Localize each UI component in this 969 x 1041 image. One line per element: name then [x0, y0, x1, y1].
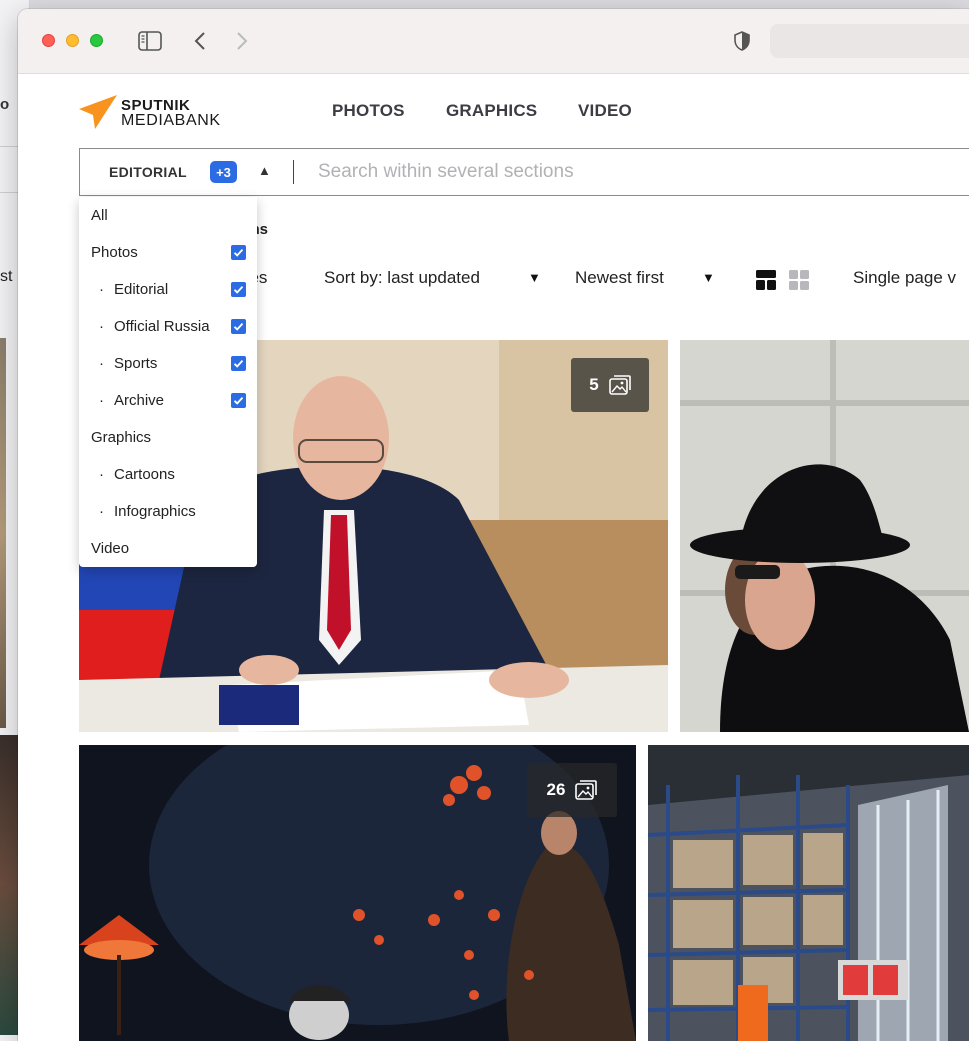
- checkbox-checked-icon[interactable]: [231, 282, 246, 297]
- dropdown-item-label: Graphics: [91, 429, 152, 446]
- site-logo[interactable]: SPUTNIK MEDIABANK: [79, 93, 249, 133]
- caret-up-icon[interactable]: ▲: [258, 163, 271, 178]
- photo-count-badge: 26: [527, 763, 617, 817]
- photo-tile-warehouse[interactable]: [648, 745, 969, 1041]
- dropdown-item-official-russia[interactable]: · Official Russia: [79, 308, 257, 345]
- photo-warehouse-shelves: [648, 745, 969, 1041]
- bullet-icon: ·: [99, 318, 104, 335]
- background-window-text: o: [0, 96, 10, 113]
- bullet-icon: ·: [99, 355, 104, 372]
- divider: [293, 160, 294, 184]
- single-page-view-toggle[interactable]: Single page v: [853, 268, 956, 288]
- gallery-icon: [575, 780, 598, 800]
- caret-down-icon[interactable]: ▼: [702, 270, 715, 285]
- photo-tile-woman-hat[interactable]: [680, 340, 969, 732]
- dropdown-item-label: Sports: [114, 355, 158, 372]
- background-window-image: [0, 338, 6, 728]
- checkbox-checked-icon[interactable]: [231, 356, 246, 371]
- dropdown-item-label: Infographics: [114, 503, 196, 520]
- dropdown-item-cartoons[interactable]: · Cartoons: [79, 456, 257, 493]
- photo-woman-black-hat: [680, 340, 969, 732]
- browser-window: SPUTNIK MEDIABANK PHOTOS GRAPHICS VIDEO …: [18, 9, 969, 1041]
- sort-dropdown[interactable]: Sort by: last updated: [324, 268, 480, 288]
- close-window-button[interactable]: [42, 34, 55, 47]
- dropdown-item-editorial[interactable]: · Editorial: [79, 271, 257, 308]
- title-bar: [18, 9, 969, 74]
- search-input[interactable]: [318, 157, 958, 187]
- background-window-image: [0, 735, 18, 1035]
- chevron-left-icon[interactable]: [186, 27, 214, 55]
- dropdown-item-label: All: [91, 207, 108, 224]
- checkbox-checked-icon[interactable]: [231, 319, 246, 334]
- dropdown-item-infographics[interactable]: · Infographics: [79, 493, 257, 530]
- bullet-icon: ·: [99, 466, 104, 483]
- address-bar[interactable]: [770, 24, 969, 58]
- dropdown-item-video[interactable]: Video: [79, 530, 257, 567]
- bullet-icon: ·: [99, 392, 104, 409]
- gallery-icon: [608, 375, 631, 395]
- chevron-right-icon[interactable]: [228, 27, 256, 55]
- checkbox-checked-icon[interactable]: [231, 393, 246, 408]
- dropdown-item-label: Official Russia: [114, 318, 210, 335]
- dropdown-item-label: Editorial: [114, 281, 169, 298]
- dropdown-item-label: Photos: [91, 244, 138, 261]
- nav-video[interactable]: VIDEO: [578, 101, 632, 121]
- checkbox-checked-icon[interactable]: [231, 245, 246, 260]
- masonry-view-icon[interactable]: [756, 270, 776, 290]
- dropdown-item-sports[interactable]: · Sports: [79, 345, 257, 382]
- dropdown-item-all[interactable]: All: [79, 197, 257, 234]
- dropdown-item-graphics[interactable]: Graphics: [79, 419, 257, 456]
- nav-graphics[interactable]: GRAPHICS: [446, 101, 537, 121]
- dropdown-item-archive[interactable]: · Archive: [79, 382, 257, 419]
- section-dropdown-menu: All Photos · Editorial · Official Russia…: [79, 197, 257, 567]
- bullet-icon: ·: [99, 503, 104, 520]
- dropdown-item-label: Video: [91, 540, 130, 557]
- caret-down-icon[interactable]: ▼: [528, 270, 541, 285]
- search-bar: EDITORIAL +3 ▲: [79, 148, 969, 196]
- extra-sections-badge[interactable]: +3: [210, 161, 237, 183]
- photo-count-badge: 5: [571, 358, 649, 412]
- dropdown-item-label: Archive: [114, 392, 165, 409]
- dropdown-item-label: Cartoons: [114, 466, 175, 483]
- photo-count: 26: [546, 780, 566, 799]
- sputnik-logo-icon: [79, 95, 117, 129]
- background-window-text: st: [0, 268, 13, 285]
- order-dropdown[interactable]: Newest first: [575, 268, 664, 288]
- dropdown-item-photos[interactable]: Photos: [79, 234, 257, 271]
- background-window-top: [0, 0, 969, 8]
- photo-count: 5: [589, 375, 599, 394]
- logo-text-bottom: MEDIABANK: [121, 112, 221, 129]
- section-selector[interactable]: EDITORIAL: [109, 164, 187, 180]
- zoom-window-button[interactable]: [90, 34, 103, 47]
- nav-photos[interactable]: PHOTOS: [332, 101, 405, 121]
- sidebar-toggle-icon[interactable]: [136, 27, 164, 55]
- grid-view-icon[interactable]: [789, 270, 809, 290]
- minimize-window-button[interactable]: [66, 34, 79, 47]
- bullet-icon: ·: [99, 281, 104, 298]
- shield-icon[interactable]: [728, 27, 756, 55]
